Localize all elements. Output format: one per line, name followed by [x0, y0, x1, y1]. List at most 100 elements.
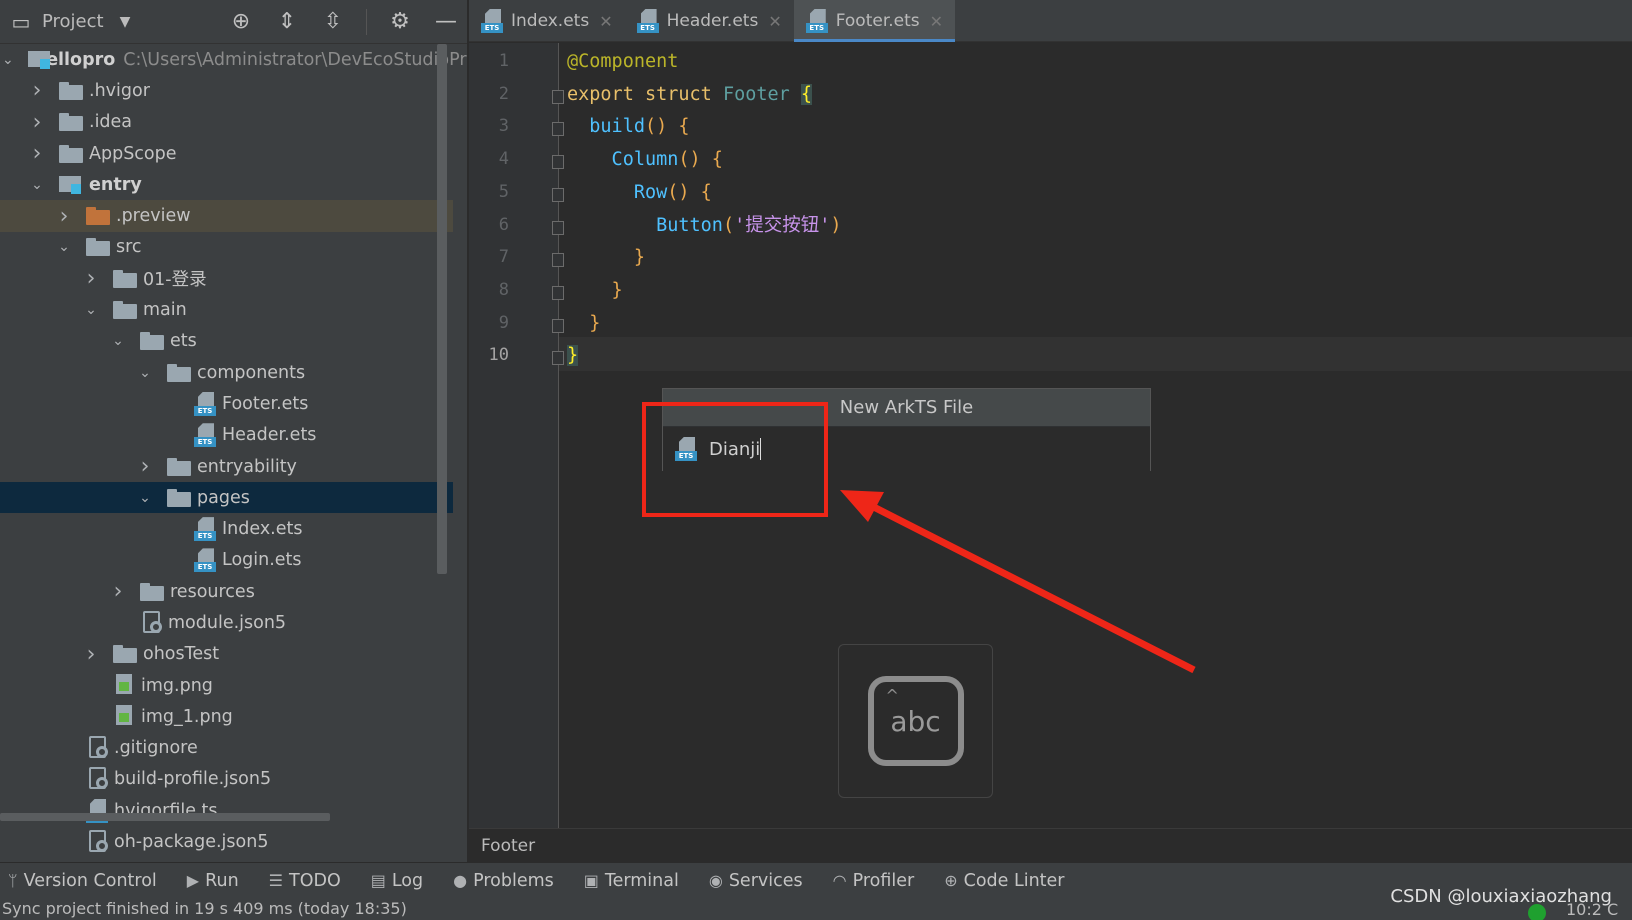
tree-item[interactable]: › .idea — [0, 107, 453, 138]
tree-item[interactable]: ⌄ pages — [0, 482, 453, 514]
editor-tab[interactable]: ETS Index.ets ✕ — [469, 0, 625, 42]
chevron-right-icon[interactable]: › — [29, 110, 45, 135]
tree-item[interactable]: ⌄ src — [0, 232, 453, 263]
fold-marker-icon[interactable] — [552, 318, 564, 333]
line-number[interactable]: 2 — [469, 84, 509, 104]
code-line[interactable]: export struct Footer { — [567, 78, 813, 112]
line-number[interactable]: 5 — [469, 182, 509, 202]
tree-item[interactable]: ⌄ main — [0, 294, 453, 325]
tree-item[interactable]: › AppScope — [0, 138, 453, 169]
fold-marker-icon[interactable] — [552, 351, 564, 366]
chevron-down-icon[interactable]: ⌄ — [29, 177, 45, 193]
chevron-down-icon[interactable]: ⌄ — [137, 490, 153, 506]
tree-item[interactable]: › ohosTest — [0, 639, 453, 670]
tool-window-button[interactable]: ▣ Terminal — [584, 871, 679, 891]
hide-panel-icon[interactable]: — — [433, 9, 459, 35]
fold-marker-icon[interactable] — [552, 253, 564, 268]
code-line[interactable]: Button('提交按钮') — [567, 209, 841, 243]
tree-item[interactable]: › .preview — [0, 200, 453, 232]
gear-icon[interactable]: ⚙ — [387, 9, 413, 35]
tool-window-button[interactable]: ᛘ Version Control — [8, 871, 157, 891]
code-line[interactable]: } — [567, 307, 600, 341]
breadcrumb[interactable]: Footer — [469, 828, 1632, 862]
tree-item[interactable]: › .hvigor — [0, 75, 453, 106]
tool-window-button[interactable]: ⊕ Code Linter — [944, 871, 1064, 891]
editor-tab-bar: ETS Index.ets ✕ ETS Header.ets ✕ ETS Footer.ets… — [469, 0, 1632, 42]
tree-item[interactable]: oh-package.json5 — [0, 826, 453, 857]
tree-item[interactable]: .gitignore — [0, 733, 453, 764]
collapse-all-icon[interactable]: ⇳ — [320, 9, 346, 35]
fold-marker-icon[interactable] — [552, 155, 564, 170]
folder-icon — [86, 238, 110, 257]
line-number[interactable]: 8 — [469, 280, 509, 300]
fold-marker-icon[interactable] — [552, 187, 564, 202]
tool-window-button[interactable]: ▤ Log — [371, 871, 423, 891]
code-line[interactable]: Column() { — [567, 143, 723, 177]
chevron-right-icon[interactable]: › — [83, 642, 99, 667]
code-line[interactable]: Row() { — [567, 176, 712, 210]
code-line[interactable]: } — [567, 274, 623, 308]
tree-item[interactable]: build-profile.json5 — [0, 764, 453, 795]
tree-item[interactable]: img.png — [0, 670, 453, 701]
chevron-down-icon[interactable]: ⌄ — [110, 333, 126, 349]
line-number[interactable]: 10 — [469, 345, 509, 365]
close-icon[interactable]: ✕ — [930, 12, 943, 31]
line-number[interactable]: 3 — [469, 116, 509, 136]
chevron-right-icon[interactable]: › — [137, 454, 153, 479]
code-line[interactable]: build() { — [567, 110, 689, 144]
fold-marker-icon[interactable] — [552, 89, 564, 104]
line-number[interactable]: 4 — [469, 149, 509, 169]
tool-window-button[interactable]: ▶ Run — [187, 871, 239, 891]
terminal-icon: ▣ — [583, 871, 599, 890]
tool-window-button[interactable]: ● Problems — [453, 871, 554, 891]
tree-item[interactable]: › entryability — [0, 451, 453, 482]
chevron-down-icon[interactable]: ⌄ — [56, 239, 72, 255]
locate-icon[interactable]: ⊕ — [228, 9, 254, 35]
tree-item[interactable]: ⌄ entry — [0, 169, 453, 200]
code-line[interactable]: @Component — [567, 45, 678, 79]
chevron-right-icon[interactable]: › — [29, 141, 45, 166]
line-number[interactable]: 1 — [469, 51, 509, 71]
tree-item[interactable]: img_1.png — [0, 701, 453, 732]
tool-window-button[interactable]: ☰ TODO — [269, 871, 341, 891]
project-panel-title[interactable]: Project — [42, 11, 104, 32]
line-number[interactable]: 6 — [469, 215, 509, 235]
chevron-down-icon[interactable]: ⌄ — [2, 52, 14, 68]
tree-vertical-scrollbar[interactable] — [437, 44, 447, 574]
tree-horizontal-scrollbar[interactable] — [0, 813, 330, 821]
current-line-highlight — [559, 337, 1632, 371]
status-message[interactable]: Sync project finished in 19 s 409 ms (to… — [2, 899, 407, 918]
tree-item[interactable]: ETS Login.ets — [0, 545, 453, 576]
chevron-right-icon[interactable]: › — [110, 579, 126, 604]
chevron-down-icon[interactable]: ⌄ — [83, 302, 99, 318]
tree-item[interactable]: ETS Index.ets — [0, 513, 453, 544]
tree-item[interactable]: ⌄ hellopro C:\Users\Administrator\DevEcoSt… — [0, 44, 467, 75]
chevron-down-icon[interactable]: ⌄ — [137, 365, 153, 381]
fold-marker-icon[interactable] — [552, 220, 564, 235]
tree-item[interactable]: TShvigorfile.ts — [0, 795, 453, 826]
tree-item[interactable]: ⌄ ets — [0, 326, 453, 357]
code-line[interactable]: } — [567, 241, 645, 275]
fold-marker-icon[interactable] — [552, 122, 564, 137]
tree-item[interactable]: › resources — [0, 576, 453, 607]
tree-item[interactable]: ETS Footer.ets — [0, 388, 453, 419]
chevron-right-icon[interactable]: › — [29, 78, 45, 103]
chevron-down-icon[interactable]: ▼ — [120, 14, 131, 30]
tool-window-button[interactable]: ◉ Services — [709, 871, 803, 891]
tree-item[interactable]: › 01-登录 — [0, 263, 453, 294]
expand-all-icon[interactable]: ⇕ — [274, 9, 300, 35]
tool-window-button[interactable]: ◠ Profiler — [833, 871, 915, 891]
chevron-right-icon[interactable]: › — [56, 204, 72, 229]
chevron-right-icon[interactable]: › — [83, 266, 99, 291]
code-line[interactable]: } — [567, 339, 579, 373]
editor-tab[interactable]: ETS Footer.ets ✕ — [793, 0, 956, 42]
line-number[interactable]: 9 — [469, 313, 509, 333]
line-number[interactable]: 7 — [469, 247, 509, 267]
tree-item[interactable]: ⌄ components — [0, 357, 453, 388]
fold-marker-icon[interactable] — [552, 285, 564, 300]
close-icon[interactable]: ✕ — [599, 12, 612, 31]
tree-item[interactable]: ETS Header.ets — [0, 420, 453, 451]
tree-item[interactable]: module.json5 — [0, 607, 453, 638]
editor-tab[interactable]: ETS Header.ets ✕ — [625, 0, 794, 42]
close-icon[interactable]: ✕ — [768, 12, 781, 31]
